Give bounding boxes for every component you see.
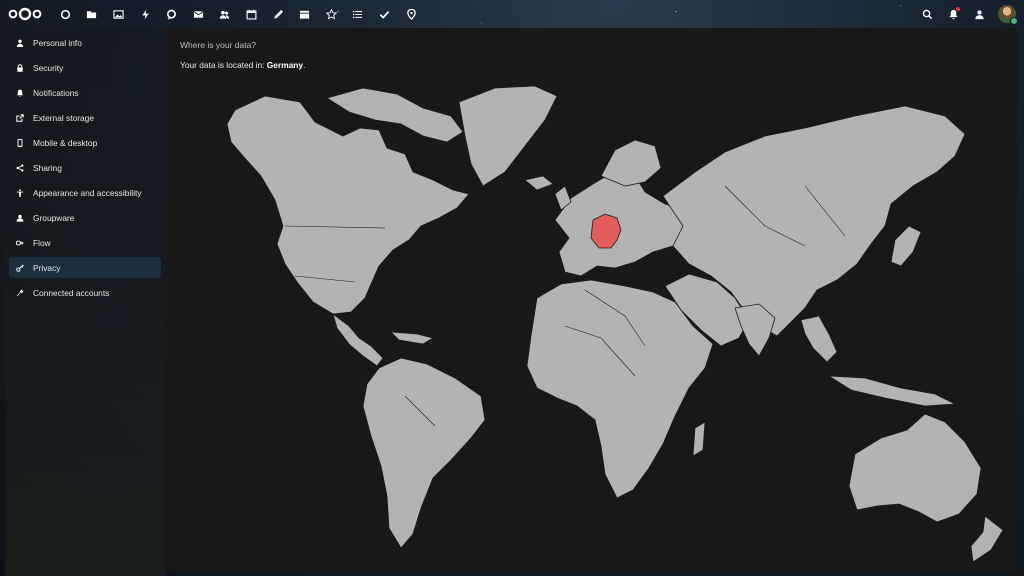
list-icon[interactable] [345,0,372,28]
section-heading: Where is your data? [180,40,257,50]
continents [226,85,1004,563]
map-south-america [362,357,486,549]
map-central-america [332,312,384,367]
location-prefix: Your data is located in: [180,60,265,70]
map-japan [890,225,922,267]
sidebar-item-label: Groupware [33,212,75,223]
user-avatar[interactable] [998,5,1018,25]
world-map [226,85,1004,563]
sidebar-item-label: Privacy [33,262,61,273]
map-europe [554,171,688,277]
flow-icon [12,239,28,247]
nextcloud-logo[interactable] [8,7,42,21]
settings-sidebar: Personal info Security Notifications Ext… [5,28,165,576]
sidebar-item-label: Security [33,62,64,73]
location-country: Germany [266,60,304,70]
notes-icon[interactable] [265,0,292,28]
header-right [920,0,1018,28]
sidebar-item-mobile-desktop[interactable]: Mobile & desktop [9,132,161,153]
tasks-icon[interactable] [318,0,345,28]
map-iceland [524,175,554,191]
sidebar-item-label: Flow [33,237,51,248]
map-scandinavia [600,139,662,187]
sidebar-item-security[interactable]: Security [9,57,161,78]
sidebar-item-sharing[interactable]: Sharing [9,157,161,178]
sidebar-item-label: Notifications [33,87,79,98]
phone-icon [12,138,28,147]
sidebar-item-label: Appearance and accessibility [33,187,142,198]
groupware-icon [12,214,28,222]
sidebar-item-personal-info[interactable]: Personal info [9,32,161,53]
data-location-text: Your data is located in: Germany. [180,60,305,70]
share-icon [12,163,28,172]
contacts-menu-icon[interactable] [972,7,986,21]
notification-indicator [956,7,960,11]
sidebar-item-connected-accounts[interactable]: Connected accounts [9,282,161,303]
map-indonesia [827,375,957,407]
map-madagascar [692,421,706,457]
sidebar-item-groupware[interactable]: Groupware [9,207,161,228]
sidebar-item-label: External storage [33,112,94,123]
top-bar [0,0,1024,28]
contacts-icon[interactable] [212,0,239,28]
sidebar-item-privacy[interactable]: Privacy [9,257,161,278]
activity-icon[interactable] [132,0,159,28]
maps-icon[interactable] [398,0,425,28]
talk-icon[interactable] [158,0,185,28]
checkmark-icon[interactable] [371,0,398,28]
key-icon [12,263,28,272]
photos-icon[interactable] [105,0,132,28]
sidebar-item-label: Connected accounts [33,287,110,298]
files-icon[interactable] [79,0,106,28]
map-southeast-asia [800,315,838,363]
online-status-dot [1010,17,1018,25]
map-australia [848,413,982,523]
map-new-zealand [970,515,1004,563]
sidebar-item-external-storage[interactable]: External storage [9,107,161,128]
lock-icon [12,63,28,72]
sidebar-item-label: Mobile & desktop [33,137,98,148]
wrench-icon [12,289,28,297]
bell-icon [12,89,28,97]
dashboard-icon[interactable] [52,0,79,28]
external-storage-icon [12,113,28,122]
accessibility-icon [12,188,28,197]
privacy-panel: Where is your data? Your data is located… [165,28,1017,572]
sidebar-item-label: Personal info [33,37,82,48]
location-period: . [303,60,306,70]
map-caribbean [389,331,435,345]
calendar-icon[interactable] [238,0,265,28]
sidebar-item-notifications[interactable]: Notifications [9,82,161,103]
app-menu [52,0,424,28]
notifications-icon[interactable] [946,7,960,21]
sidebar-item-flow[interactable]: Flow [9,232,161,253]
map-greenland [458,85,558,187]
sidebar-item-label: Sharing [33,162,62,173]
person-icon [12,39,28,47]
deck-icon[interactable] [291,0,318,28]
sidebar-item-appearance[interactable]: Appearance and accessibility [9,182,161,203]
mail-icon[interactable] [185,0,212,28]
search-icon[interactable] [920,7,934,21]
